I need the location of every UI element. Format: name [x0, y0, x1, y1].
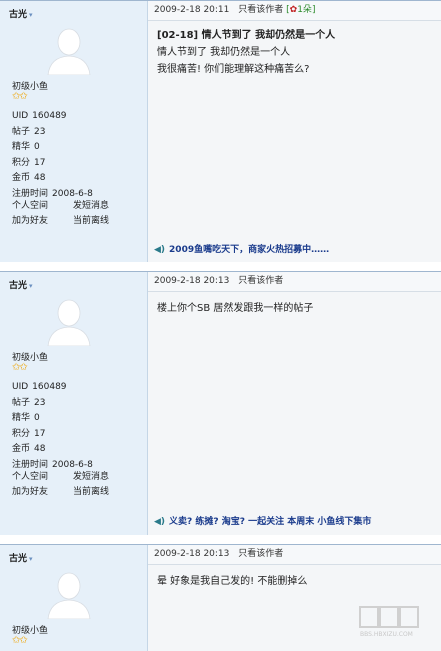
post-body: 楼上你个SB 居然发跟我一样的帖子	[157, 300, 313, 317]
post-header: 2009-2-18 20:11 只看该作者 [✿1朵]	[148, 1, 441, 21]
personal-space-link[interactable]: 个人空间	[12, 199, 73, 214]
user-stats: UID 160489 帖子 23 精华 0 积分 17 金币 48 注册时间 2008-6-…	[12, 380, 93, 473]
rank-stars-icon: ✩✩	[12, 635, 28, 646]
stat-posts-label: 帖子	[12, 397, 31, 408]
avatar[interactable]	[45, 569, 93, 619]
post-2: 古光 ▾ 初级小鱼 ✩✩ UID 160489 帖子 23 精华 0 积分 17 金币 48…	[0, 271, 441, 536]
stat-points-label: 积分	[12, 157, 31, 168]
watermark-logo-icon: BBS.HBXIZU.COM	[359, 606, 419, 638]
author-name[interactable]: 古光 ▾	[9, 551, 33, 564]
author-name-text[interactable]: 古光	[9, 281, 27, 291]
flower-count: 1朵	[297, 5, 312, 15]
post-line: 情人节到了 我却仍然是一个人	[157, 47, 291, 58]
signature[interactable]: ◀) 义卖? 练摊? 淘宝? 一起关注 本周末 小鱼线下集市	[154, 514, 371, 527]
post-content: 2009-2-18 20:11 只看该作者 [✿1朵] [02-18] 情人节到…	[148, 1, 441, 263]
post-header: 2009-2-18 20:13 只看该作者	[148, 272, 441, 292]
post-line: 楼上你个SB 居然发跟我一样的帖子	[157, 303, 314, 314]
stat-digest-value: 0	[34, 142, 40, 152]
flower-badge[interactable]: [✿1朵]	[286, 5, 315, 15]
post-gap	[0, 262, 441, 271]
author-name[interactable]: 古光 ▾	[9, 278, 33, 291]
add-friend-link[interactable]: 加为好友	[12, 214, 73, 229]
post-gap	[0, 535, 441, 544]
stat-points-value: 17	[34, 157, 46, 168]
stat-coins-label: 金币	[12, 173, 31, 183]
post-line: 我很痛苦! 你们能理解这种痛苦么?	[157, 64, 310, 75]
online-status: 当前离线	[73, 487, 110, 497]
stat-digest-label: 精华	[12, 413, 31, 423]
post-body: 晕 好象是我自己发的! 不能删掉么	[157, 573, 307, 590]
stat-uid-label: UID	[12, 111, 29, 121]
post-date: 2009-2-18 20:13	[154, 549, 230, 559]
author-panel: 古光 ▾ 初级小鱼 ✩✩ UID 160489 帖子 23 精华 0 积分 17 金币 48…	[0, 1, 148, 263]
post-header: 2009-2-18 20:13 只看该作者	[148, 545, 441, 565]
stat-points-value: 17	[34, 428, 46, 439]
stat-digest-value: 0	[34, 413, 40, 423]
avatar[interactable]	[45, 296, 93, 346]
post-date: 2009-2-18 20:13	[154, 276, 230, 286]
stat-coins-label: 金币	[12, 444, 31, 454]
stat-regdate-value: 2008-6-8	[52, 188, 93, 199]
speaker-icon: ◀)	[154, 245, 166, 255]
stat-coins-value: 48	[34, 173, 46, 183]
post-date: 2009-2-18 20:11	[154, 5, 230, 15]
avatar[interactable]	[45, 25, 93, 75]
author-panel: 古光 ▾ 初级小鱼 ✩✩ UID 160489 帖子 23 精华 0 积分 17 金币 48…	[0, 272, 148, 536]
watermark-text: BBS.HBXIZU.COM	[360, 631, 413, 638]
user-stats: UID 160489 帖子 23 精华 0 积分 17 金币 48 注册时间 2008-6-…	[12, 109, 93, 202]
author-name-text[interactable]: 古光	[9, 10, 27, 20]
post-line: 晕 好象是我自己发的! 不能删掉么	[157, 576, 308, 587]
only-author-link[interactable]: 只看该作者	[238, 5, 283, 15]
author-name-text[interactable]: 古光	[9, 554, 27, 564]
chevron-down-icon[interactable]: ▾	[29, 11, 33, 19]
online-status: 当前离线	[73, 216, 110, 226]
stat-uid-value: 160489	[32, 111, 67, 121]
signature[interactable]: ◀) 2009鱼嘴吃天下，商家火热招募中……	[154, 242, 329, 255]
rank-stars-icon: ✩✩	[12, 362, 28, 373]
add-friend-link[interactable]: 加为好友	[12, 485, 73, 500]
post-body: 情人节到了 我却仍然是一个人 我很痛苦! 你们能理解这种痛苦么?	[157, 44, 310, 78]
stat-points-label: 积分	[12, 428, 31, 439]
signature-text[interactable]: 2009鱼嘴吃天下，商家火热招募中……	[169, 245, 329, 255]
stat-uid-value: 160489	[32, 382, 67, 392]
stat-digest-label: 精华	[12, 142, 31, 152]
post-content: 2009-2-18 20:13 只看该作者 楼上你个SB 居然发跟我一样的帖子 …	[148, 272, 441, 536]
user-actions: 个人空间 发短消息 加为好友 当前离线	[12, 470, 134, 500]
post-title: [02-18] 情人节到了 我却仍然是一个人	[157, 30, 336, 41]
author-panel: 古光 ▾ 初级小鱼 ✩✩	[0, 545, 148, 651]
post-1: 古光 ▾ 初级小鱼 ✩✩ UID 160489 帖子 23 精华 0 积分 17 金币 48…	[0, 0, 441, 263]
stat-posts-label: 帖子	[12, 126, 31, 137]
stat-uid-label: UID	[12, 382, 29, 392]
speaker-icon: ◀)	[154, 517, 166, 527]
rank-stars-icon: ✩✩	[12, 91, 28, 102]
personal-space-link[interactable]: 个人空间	[12, 470, 73, 485]
chevron-down-icon[interactable]: ▾	[29, 555, 33, 563]
signature-text[interactable]: 义卖? 练摊? 淘宝? 一起关注 本周末 小鱼线下集市	[169, 517, 371, 527]
stat-posts-value: 23	[34, 397, 46, 408]
chevron-down-icon[interactable]: ▾	[29, 282, 33, 290]
author-name[interactable]: 古光 ▾	[9, 7, 33, 20]
send-message-link[interactable]: 发短消息	[73, 199, 134, 214]
send-message-link[interactable]: 发短消息	[73, 470, 134, 485]
only-author-link[interactable]: 只看该作者	[238, 276, 283, 286]
stat-regdate-value: 2008-6-8	[52, 459, 93, 470]
stat-coins-value: 48	[34, 444, 46, 454]
stat-posts-value: 23	[34, 126, 46, 137]
only-author-link[interactable]: 只看该作者	[238, 549, 283, 559]
user-actions: 个人空间 发短消息 加为好友 当前离线	[12, 199, 134, 229]
